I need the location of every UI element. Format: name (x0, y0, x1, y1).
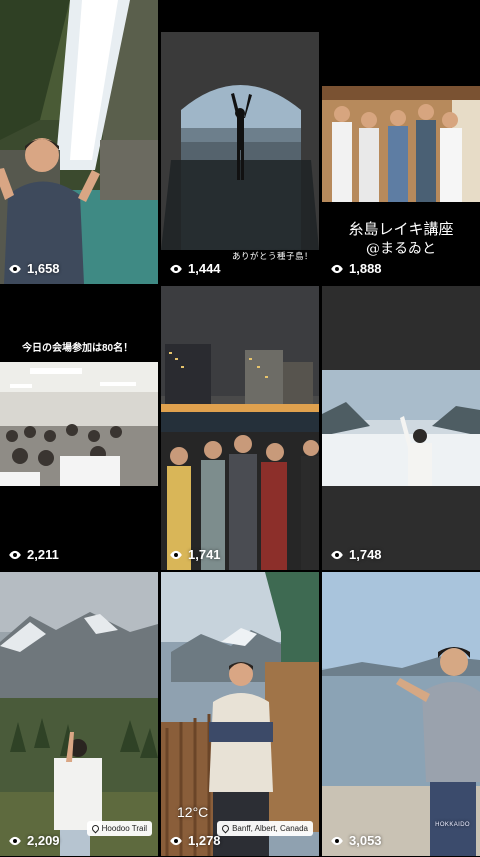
location-pin-icon (90, 823, 101, 834)
view-count-label: 2,211 (27, 547, 59, 562)
location-tag: Hoodoo Trail (86, 821, 152, 836)
cave-arch-thumbnail (161, 0, 319, 284)
location-label: Banff, Albert, Canada (232, 824, 308, 833)
mountain-forest-thumbnail (0, 572, 158, 856)
view-count-label: 1,748 (349, 547, 382, 562)
reel-tile-7[interactable]: Hoodoo Trail 2,209 (0, 572, 158, 856)
glacier-thumbnail (322, 286, 480, 570)
reel-tile-2[interactable]: ありがとう種子島！ 1,444 (161, 0, 319, 284)
view-count-label: 1,444 (188, 261, 221, 276)
view-count-label: 1,658 (27, 261, 60, 276)
view-count: 1,658 (8, 261, 60, 276)
view-count: 2,209 (8, 833, 60, 848)
reel-tile-8[interactable]: 12°C Banff, Albert, Canada 1,278 (161, 572, 319, 856)
reel-tile-6[interactable]: 1,748 (322, 286, 480, 570)
night-city-group-thumbnail (161, 286, 319, 570)
eye-icon (331, 550, 343, 559)
view-count: 1,278 (169, 833, 221, 848)
reel-tile-4[interactable]: 今日の会場参加は80名！ 2,211 (0, 286, 158, 570)
eye-icon (170, 836, 182, 845)
reel-caption-line-1: 糸島レイキ講座 (348, 220, 454, 238)
reel-tile-9[interactable]: HOKKAIDO 3,053 (322, 572, 480, 856)
waterfall-thumbnail (0, 0, 158, 284)
location-pin-icon (220, 823, 231, 834)
view-count: 1,748 (330, 547, 382, 562)
eye-icon (9, 550, 21, 559)
reel-tile-3[interactable]: 糸島レイキ講座 @まるゐと 1,888 (322, 0, 480, 284)
eye-icon (170, 264, 182, 273)
reel-caption-line-2: @まるゐと (366, 241, 436, 257)
view-count: 3,053 (330, 833, 382, 848)
view-count: 1,741 (169, 547, 221, 562)
eye-icon (331, 264, 343, 273)
reel-tile-5[interactable]: 1,741 (161, 286, 319, 570)
location-sticker: HOKKAIDO (435, 822, 470, 828)
view-count-label: 3,053 (349, 833, 382, 848)
view-count: 1,444 (169, 261, 221, 276)
view-count-label: 1,278 (188, 833, 221, 848)
eye-icon (331, 836, 343, 845)
view-count-label: 1,741 (188, 547, 221, 562)
reels-grid: 1,658 ありがとう種子島！ 1,444 糸島レイキ講座 @まるゐと 1,88… (0, 0, 480, 857)
view-count-label: 1,888 (349, 261, 382, 276)
location-label: Hoodoo Trail (101, 824, 147, 833)
eye-icon (9, 836, 21, 845)
lake-thumbnail (322, 572, 480, 856)
reel-caption: 今日の会場参加は80名！ (22, 343, 134, 354)
seminar-room-thumbnail (0, 286, 158, 570)
reel-tile-1[interactable]: 1,658 (0, 0, 158, 284)
reel-caption: ありがとう種子島！ (231, 251, 313, 261)
view-count-label: 2,209 (27, 833, 60, 848)
temperature-sticker: 12°C (177, 804, 209, 820)
eye-icon (9, 264, 21, 273)
eye-icon (170, 550, 182, 559)
view-count: 1,888 (330, 261, 382, 276)
view-count: 2,211 (8, 547, 59, 562)
location-tag: Banff, Albert, Canada (217, 821, 313, 836)
